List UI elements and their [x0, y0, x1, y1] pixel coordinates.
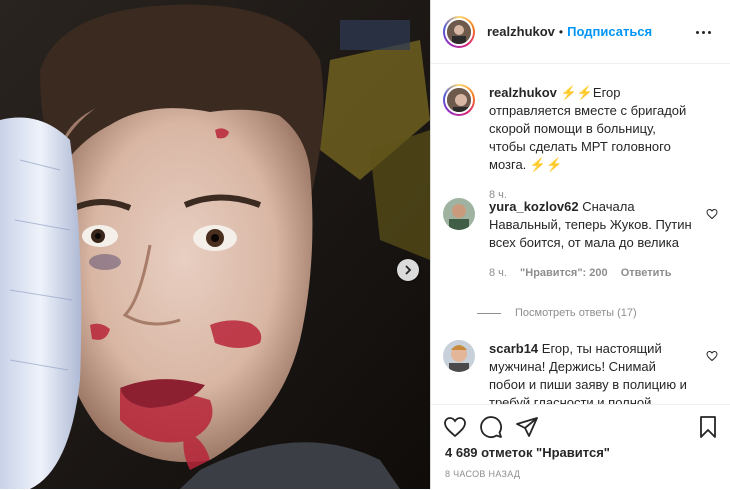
comment-avatar[interactable]	[443, 340, 475, 372]
action-icons	[443, 413, 718, 441]
selfie-image	[0, 0, 430, 489]
comment-avatar[interactable]	[443, 198, 475, 230]
heart-icon[interactable]	[443, 415, 467, 439]
reply-button[interactable]: Ответить	[621, 267, 672, 279]
author-username[interactable]: realzhukov	[487, 24, 555, 39]
avatar-photo	[447, 88, 471, 112]
comment-author[interactable]: yura_kozlov62	[489, 199, 579, 214]
more-icon	[696, 30, 699, 34]
instagram-post: realzhukov • Подписаться realzhukov ⚡⚡Ег…	[0, 0, 730, 489]
share-icon[interactable]	[515, 415, 539, 439]
post-actions: 4 689 отметок "Нравится" 8 ЧАСОВ НАЗАД	[431, 404, 730, 490]
likes-count[interactable]: 4 689 отметок "Нравится"	[445, 445, 610, 460]
comment-icon[interactable]	[479, 415, 503, 439]
author-avatar[interactable]	[443, 15, 475, 48]
post-header: realzhukov • Подписаться	[431, 0, 730, 64]
bookmark-icon[interactable]	[696, 415, 720, 439]
comment-body: scarb14 Егор, ты настоящий мужчина! Держ…	[489, 340, 695, 404]
post-side-panel: realzhukov • Подписаться realzhukov ⚡⚡Ег…	[430, 0, 730, 489]
comment-author[interactable]: scarb14	[489, 341, 538, 356]
post-photo[interactable]	[0, 0, 430, 489]
heart-icon[interactable]	[706, 208, 718, 220]
caption-avatar[interactable]	[443, 84, 475, 116]
view-replies-label: Посмотреть ответы (17)	[515, 307, 637, 319]
post-timestamp[interactable]: 8 ЧАСОВ НАЗАД	[445, 469, 520, 479]
avatar-photo	[447, 19, 471, 44]
separator-dot: •	[558, 24, 564, 39]
next-photo-button[interactable]	[397, 259, 419, 281]
comment-meta: 8 ч. "Нравится": 200 Ответить	[489, 264, 695, 282]
avatar-photo	[443, 340, 475, 372]
follow-button[interactable]: Подписаться	[567, 24, 652, 39]
comment-body: yura_kozlov62 Сначала Навальный, теперь …	[489, 198, 695, 282]
view-replies-button[interactable]: Посмотреть ответы (17)	[477, 307, 637, 319]
heart-icon[interactable]	[706, 350, 718, 362]
caption-body: realzhukov ⚡⚡Егор отправляется вместе с …	[489, 84, 695, 204]
avatar-photo	[443, 198, 475, 230]
comments-list[interactable]: realzhukov ⚡⚡Егор отправляется вместе с …	[431, 64, 730, 404]
replies-divider	[477, 312, 501, 314]
comment-time[interactable]: 8 ч.	[489, 267, 507, 279]
more-options-button[interactable]	[696, 24, 716, 40]
caption-author[interactable]: realzhukov	[489, 85, 557, 100]
comment-likes[interactable]: "Нравится": 200	[520, 267, 608, 279]
chevron-right-icon	[405, 265, 412, 275]
